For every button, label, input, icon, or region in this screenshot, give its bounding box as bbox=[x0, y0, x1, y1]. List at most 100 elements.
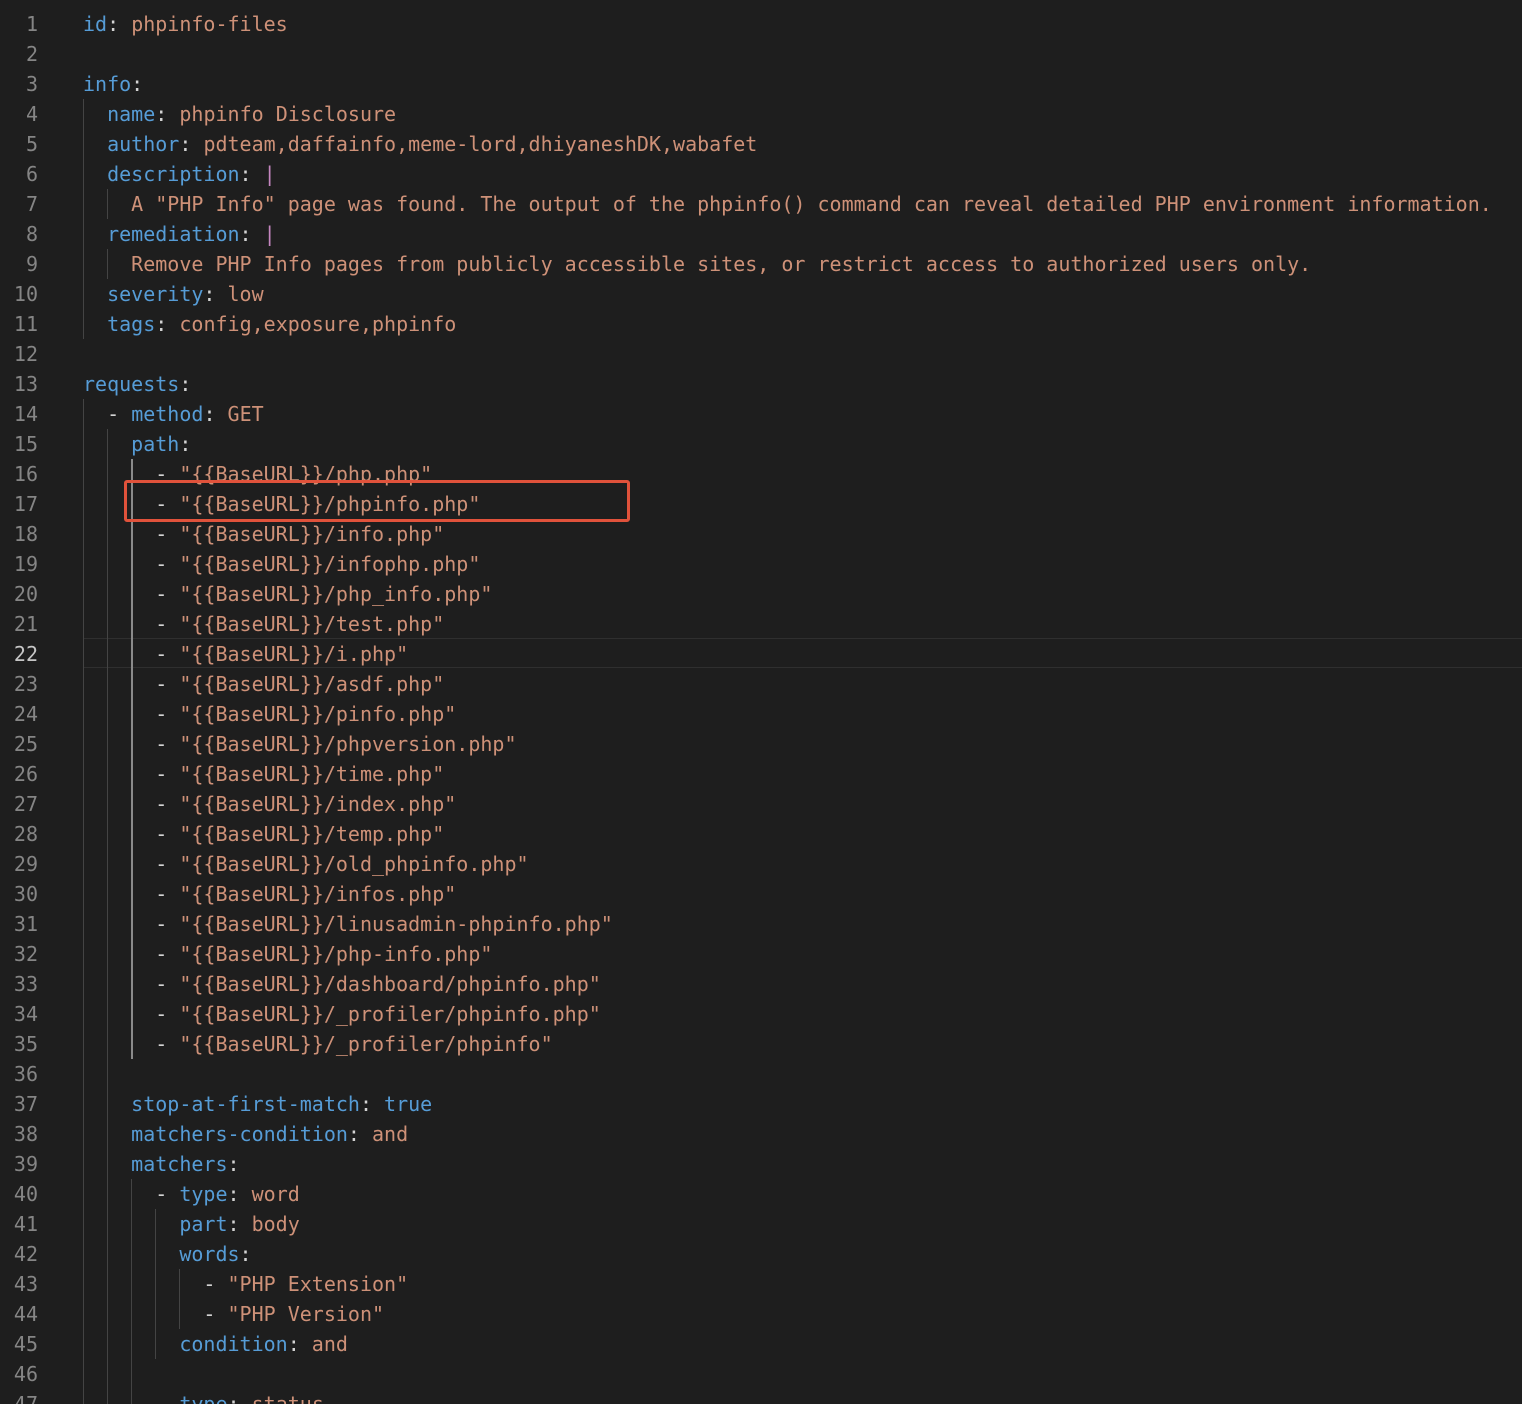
code-line[interactable]: 5 author: pdteam,daffainfo,meme-lord,dhi… bbox=[0, 129, 1522, 159]
code-editor[interactable]: 1 id: phpinfo-files 2 3 info: 4 name: phpinfo… bbox=[0, 0, 1522, 1404]
code-line[interactable]: 42 words: bbox=[0, 1239, 1522, 1269]
code-text: matchers: bbox=[83, 1149, 239, 1179]
code-line[interactable]: 19 - "{{BaseURL}}/infophp.php" bbox=[0, 549, 1522, 579]
yaml-colon: : bbox=[227, 1182, 240, 1206]
yaml-value: low bbox=[227, 282, 264, 306]
yaml-colon: : bbox=[179, 432, 192, 456]
code-line[interactable]: 31 - "{{BaseURL}}/linusadmin-phpinfo.php… bbox=[0, 909, 1522, 939]
line-number: 7 bbox=[25, 192, 38, 216]
code-line[interactable]: 15 path: bbox=[0, 429, 1522, 459]
code-line[interactable]: 3 info: bbox=[0, 69, 1522, 99]
yaml-string: "{{BaseURL}}/linusadmin-phpinfo.php" bbox=[179, 912, 613, 936]
code-line[interactable]: 10 severity: low bbox=[0, 279, 1522, 309]
code-line[interactable]: 26 - "{{BaseURL}}/time.php" bbox=[0, 759, 1522, 789]
yaml-key: info bbox=[83, 72, 132, 96]
yaml-colon: : bbox=[239, 1242, 252, 1266]
code-line[interactable]: 12 bbox=[0, 339, 1522, 369]
code-line[interactable]: 4 name: phpinfo Disclosure bbox=[0, 99, 1522, 129]
yaml-key: author bbox=[107, 132, 180, 156]
list-dash: - bbox=[155, 882, 180, 906]
code-line[interactable]: 8 remediation: | bbox=[0, 219, 1522, 249]
yaml-key: name bbox=[107, 102, 156, 126]
code-text: tags: config,exposure,phpinfo bbox=[83, 309, 456, 339]
line-number: 23 bbox=[13, 672, 38, 696]
yaml-value: phpinfo Disclosure bbox=[179, 102, 397, 126]
code-text: - "{{BaseURL}}/infophp.php" bbox=[83, 549, 480, 579]
line-number: 25 bbox=[13, 732, 38, 756]
code-line[interactable]: 30 - "{{BaseURL}}/infos.php" bbox=[0, 879, 1522, 909]
code-line[interactable]: 32 - "{{BaseURL}}/php-info.php" bbox=[0, 939, 1522, 969]
list-dash: - bbox=[155, 552, 180, 576]
code-line[interactable]: 20 - "{{BaseURL}}/php_info.php" bbox=[0, 579, 1522, 609]
code-line[interactable]: 38 matchers-condition: and bbox=[0, 1119, 1522, 1149]
code-text: - "{{BaseURL}}/test.php" bbox=[83, 609, 444, 639]
code-line[interactable]: 9 Remove PHP Info pages from publicly ac… bbox=[0, 249, 1522, 279]
code-line[interactable]: 41 part: body bbox=[0, 1209, 1522, 1239]
code-line[interactable]: 35 - "{{BaseURL}}/_profiler/phpinfo" bbox=[0, 1029, 1522, 1059]
code-line[interactable]: 14 - method: GET bbox=[0, 399, 1522, 429]
yaml-string: "{{BaseURL}}/time.php" bbox=[179, 762, 445, 786]
yaml-value: config,exposure,phpinfo bbox=[179, 312, 457, 336]
code-text: - "PHP Version" bbox=[83, 1299, 384, 1329]
code-line[interactable]: 44 - "PHP Version" bbox=[0, 1299, 1522, 1329]
yaml-string: "{{BaseURL}}/dashboard/phpinfo.php" bbox=[179, 972, 601, 996]
code-text: - "{{BaseURL}}/index.php" bbox=[83, 789, 456, 819]
yaml-colon: : bbox=[239, 222, 252, 246]
code-line[interactable]: 36 bbox=[0, 1059, 1522, 1089]
yaml-key: words bbox=[179, 1242, 240, 1266]
yaml-key: part bbox=[179, 1212, 228, 1236]
list-dash: - bbox=[155, 1392, 180, 1404]
code-text: part: body bbox=[83, 1209, 299, 1239]
code-text: matchers-condition: and bbox=[83, 1119, 408, 1149]
list-dash: - bbox=[155, 702, 180, 726]
yaml-string: "{{BaseURL}}/test.php" bbox=[179, 612, 445, 636]
code-line[interactable]: 33 - "{{BaseURL}}/dashboard/phpinfo.php" bbox=[0, 969, 1522, 999]
yaml-value: status bbox=[251, 1392, 324, 1404]
code-text: - "{{BaseURL}}/i.php" bbox=[83, 639, 408, 669]
code-text: words: bbox=[83, 1239, 252, 1269]
line-number: 18 bbox=[13, 522, 38, 546]
line-number: 20 bbox=[13, 582, 38, 606]
line-number: 30 bbox=[13, 882, 38, 906]
code-line[interactable]: 27 - "{{BaseURL}}/index.php" bbox=[0, 789, 1522, 819]
line-number: 34 bbox=[13, 1002, 38, 1026]
code-line[interactable]: 7 A "PHP Info" page was found. The outpu… bbox=[0, 189, 1522, 219]
code-line[interactable]: 21 - "{{BaseURL}}/test.php" bbox=[0, 609, 1522, 639]
line-number: 36 bbox=[13, 1062, 38, 1086]
code-line[interactable]: 2 bbox=[0, 39, 1522, 69]
code-line[interactable]: 45 condition: and bbox=[0, 1329, 1522, 1359]
code-line[interactable]: 6 description: | bbox=[0, 159, 1522, 189]
code-line[interactable]: 34 - "{{BaseURL}}/_profiler/phpinfo.php" bbox=[0, 999, 1522, 1029]
code-line[interactable]: 25 - "{{BaseURL}}/phpversion.php" bbox=[0, 729, 1522, 759]
code-text: - "{{BaseURL}}/php-info.php" bbox=[83, 939, 492, 969]
code-line[interactable]: 1 id: phpinfo-files bbox=[0, 9, 1522, 39]
code-line[interactable]: 23 - "{{BaseURL}}/asdf.php" bbox=[0, 669, 1522, 699]
yaml-key: matchers bbox=[131, 1152, 228, 1176]
code-line[interactable]: 37 stop-at-first-match: true bbox=[0, 1089, 1522, 1119]
line-number: 27 bbox=[13, 792, 38, 816]
code-line[interactable]: 28 - "{{BaseURL}}/temp.php" bbox=[0, 819, 1522, 849]
code-line[interactable]: 39 matchers: bbox=[0, 1149, 1522, 1179]
yaml-string: Remove PHP Info pages from publicly acce… bbox=[131, 252, 1312, 276]
list-dash: - bbox=[155, 852, 180, 876]
code-line[interactable]: 18 - "{{BaseURL}}/info.php" bbox=[0, 519, 1522, 549]
code-line[interactable]: 24 - "{{BaseURL}}/pinfo.php" bbox=[0, 699, 1522, 729]
code-line[interactable]: 22 - "{{BaseURL}}/i.php" bbox=[0, 639, 1522, 669]
code-line[interactable]: 11 tags: config,exposure,phpinfo bbox=[0, 309, 1522, 339]
line-number: 28 bbox=[13, 822, 38, 846]
list-dash: - bbox=[155, 792, 180, 816]
yaml-string: "{{BaseURL}}/_profiler/phpinfo.php" bbox=[179, 1002, 601, 1026]
yaml-string: "{{BaseURL}}/phpversion.php" bbox=[179, 732, 517, 756]
yaml-string: "{{BaseURL}}/info.php" bbox=[179, 522, 445, 546]
list-dash: - bbox=[203, 1272, 228, 1296]
code-line[interactable]: 13 requests: bbox=[0, 369, 1522, 399]
code-text: remediation: | bbox=[83, 219, 276, 249]
code-text: A "PHP Info" page was found. The output … bbox=[83, 189, 1492, 219]
code-line[interactable]: 29 - "{{BaseURL}}/old_phpinfo.php" bbox=[0, 849, 1522, 879]
code-text: path: bbox=[83, 429, 191, 459]
code-line[interactable]: 47 - type: status bbox=[0, 1389, 1522, 1404]
code-line[interactable]: 40 - type: word bbox=[0, 1179, 1522, 1209]
code-text: - "{{BaseURL}}/pinfo.php" bbox=[83, 699, 456, 729]
code-line[interactable]: 43 - "PHP Extension" bbox=[0, 1269, 1522, 1299]
code-line[interactable]: 46 bbox=[0, 1359, 1522, 1389]
